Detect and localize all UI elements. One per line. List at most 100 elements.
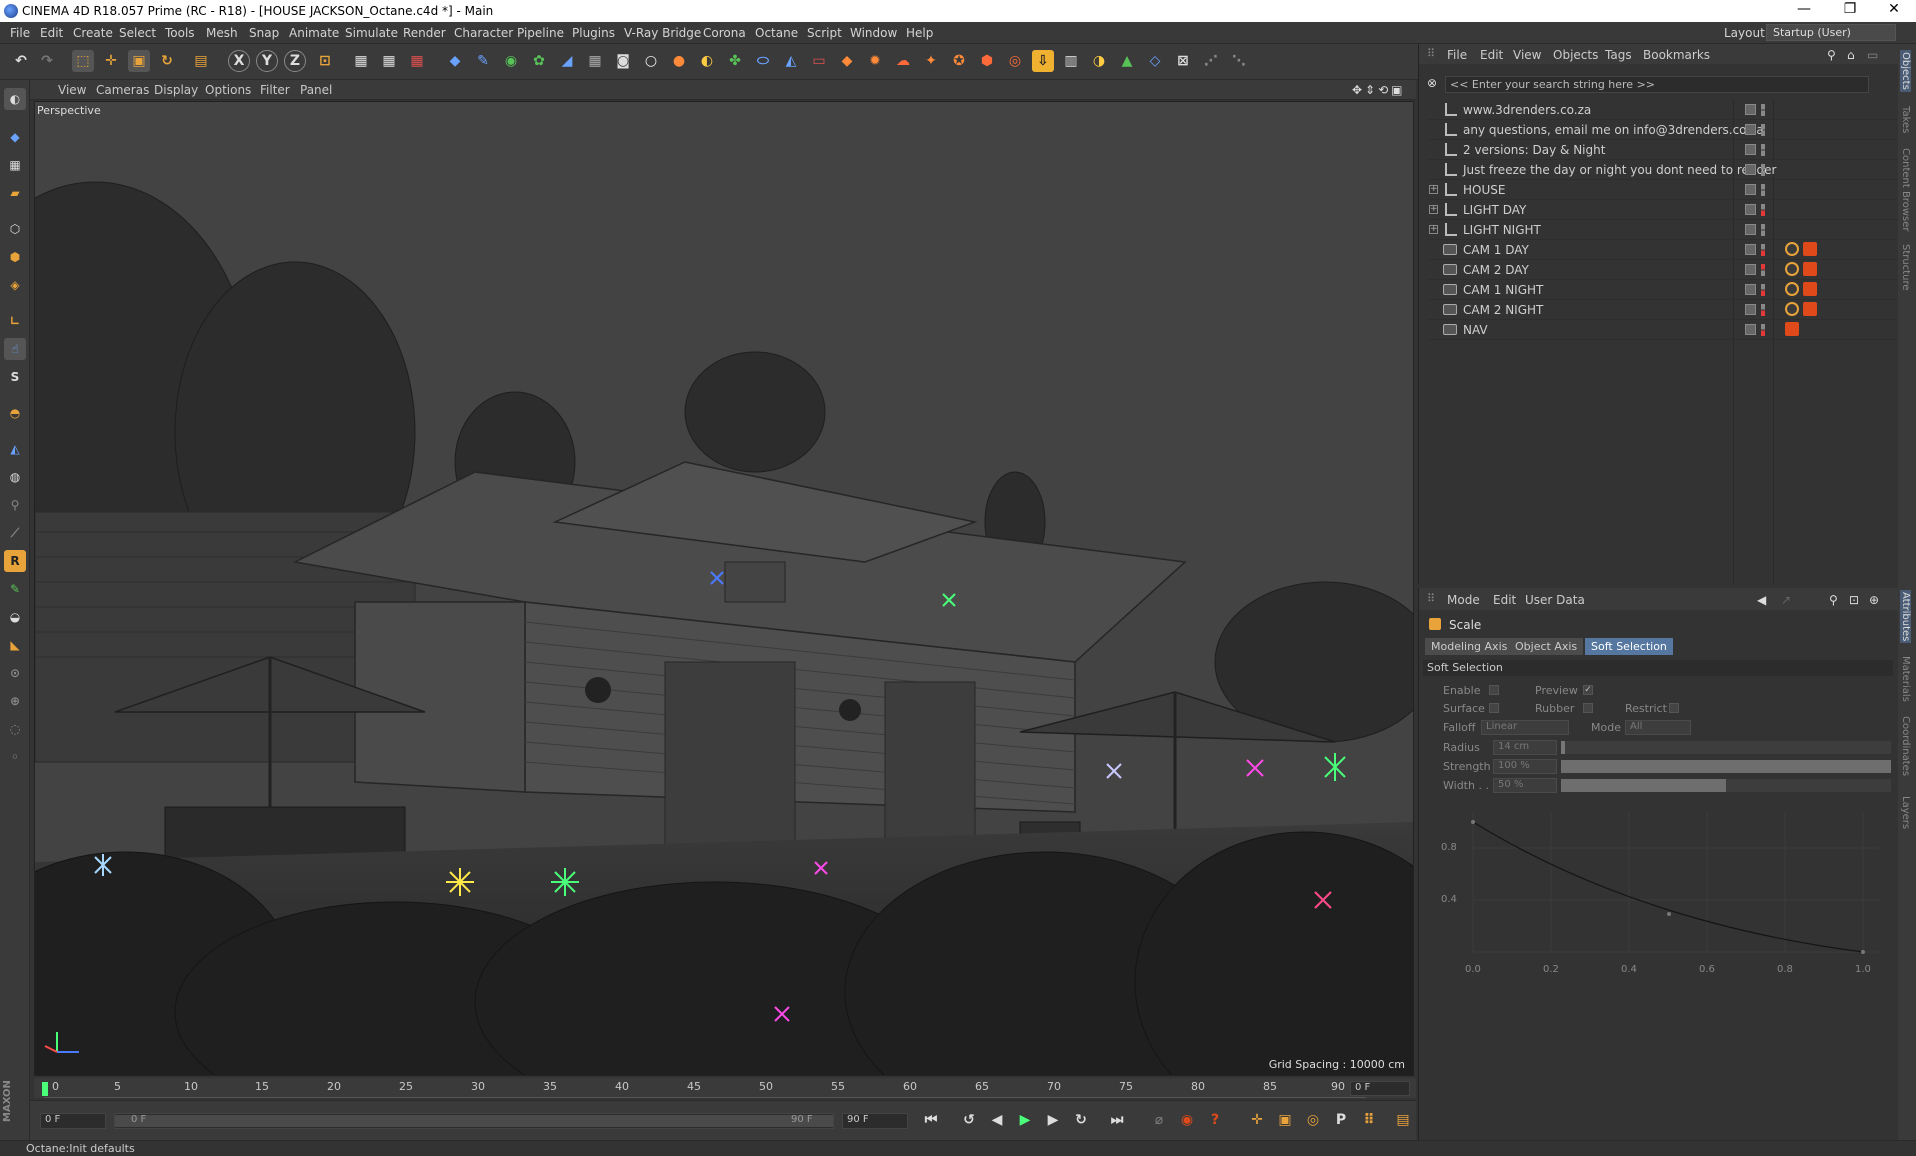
object-row[interactable]: www.3drenders.co.za [1427, 100, 1897, 120]
sketch-icon[interactable]: ◒ [4, 606, 26, 628]
radius-slider[interactable] [1561, 741, 1891, 754]
render-dots-icon[interactable] [1761, 324, 1765, 336]
object-row[interactable]: CAM 1 DAY [1427, 240, 1897, 260]
am-lock-icon[interactable]: ⊡ [1849, 593, 1859, 607]
render-settings-icon[interactable]: ▦ [406, 50, 428, 72]
key-pla-icon[interactable]: ⠿ [1358, 1109, 1380, 1131]
width-slider[interactable] [1561, 779, 1891, 792]
visibility-toggle-icon[interactable] [1745, 304, 1756, 315]
right-tab-materials[interactable]: Materials [1900, 656, 1911, 702]
strength-field[interactable]: 100 % [1493, 759, 1557, 774]
visibility-toggle-icon[interactable] [1745, 204, 1756, 215]
preview-checkbox[interactable]: ✓ [1583, 685, 1593, 695]
octane-doc-icon[interactable]: ▥ [1060, 50, 1082, 72]
octane-tree-icon[interactable]: ◇ [1144, 50, 1166, 72]
menu-create[interactable]: Create [73, 26, 113, 40]
menu-pipeline[interactable]: Pipeline [517, 26, 564, 40]
visibility-toggle-icon[interactable] [1745, 124, 1756, 135]
octane-camera-tag-icon[interactable] [1803, 282, 1817, 296]
coordinate-system-icon[interactable]: ⊡ [314, 50, 336, 72]
timeline-icon[interactable]: ▤ [1392, 1109, 1414, 1131]
tweak-mode-icon[interactable]: ☝ [4, 338, 26, 360]
object-row[interactable]: any questions, email me on info@3drender… [1427, 120, 1897, 140]
object-row[interactable]: CAM 1 NIGHT [1427, 280, 1897, 300]
octane-targetlight-icon[interactable]: ✪ [948, 50, 970, 72]
viewport-menu-cameras[interactable]: Cameras [96, 83, 149, 97]
octane-sphere-icon[interactable]: ⬭ [752, 50, 774, 72]
next-key-icon[interactable]: ↻ [1070, 1109, 1092, 1131]
viewport-menu-filter[interactable]: Filter [260, 83, 290, 97]
octane-env-icon[interactable]: ◑ [1088, 50, 1110, 72]
octane-arealight-icon[interactable]: ✦ [920, 50, 942, 72]
octane-material-icon[interactable]: ◐ [696, 50, 718, 72]
timeline-ruler[interactable]: 0 5 10 15 20 25 30 35 40 45 50 55 60 65 … [34, 1078, 1416, 1098]
restrict-checkbox[interactable] [1669, 703, 1679, 713]
up-arrow-icon[interactable]: ↗ [1781, 593, 1791, 607]
back-arrow-icon[interactable]: ◀ [1757, 593, 1766, 607]
hair-icon[interactable]: ◣ [4, 634, 26, 656]
menu-script[interactable]: Script [807, 26, 842, 40]
light-icon[interactable]: ○ [640, 50, 662, 72]
move-icon[interactable]: ✛ [100, 50, 122, 72]
om-menu-view[interactable]: View [1513, 48, 1541, 62]
width-field[interactable]: 50 % [1493, 778, 1557, 793]
render-dots-icon[interactable] [1761, 304, 1765, 316]
render-dots-icon[interactable] [1761, 104, 1765, 116]
deformer-icon[interactable]: ◢ [556, 50, 578, 72]
layout-dropdown[interactable]: Startup (User) [1766, 24, 1896, 41]
render-view-icon[interactable]: ▦ [350, 50, 372, 72]
record-icon[interactable]: ◉ [1176, 1109, 1198, 1131]
octane-scatter-icon[interactable]: ⬢ [976, 50, 998, 72]
am-menu-user-data[interactable]: User Data [1525, 593, 1585, 607]
polygons-mode-icon[interactable]: ◈ [4, 274, 26, 296]
object-search-input[interactable]: << Enter your search string here >> [1445, 76, 1869, 93]
y-axis-icon[interactable]: Y [256, 50, 278, 72]
make-editable-icon[interactable]: ◐ [4, 88, 26, 110]
object-row[interactable]: 2 versions: Day & Night [1427, 140, 1897, 160]
render-region-icon[interactable]: R [4, 550, 26, 572]
tab-modeling-axis[interactable]: Modeling Axis [1425, 638, 1514, 655]
paint-icon[interactable]: ✎ [4, 578, 26, 600]
right-tab-takes[interactable]: Takes [1900, 106, 1911, 133]
right-tab-layers[interactable]: Layers [1900, 796, 1911, 829]
floor-icon[interactable]: ▦ [584, 50, 606, 72]
render-dots-icon[interactable] [1761, 284, 1765, 296]
workplane-mode-icon[interactable]: ▰ [4, 182, 26, 204]
octane-render-icon[interactable]: ● [668, 50, 690, 72]
points-mode-icon[interactable]: ⬡ [4, 218, 26, 240]
redo-icon[interactable]: ↷ [36, 50, 58, 72]
render-picture-viewer-icon[interactable]: ▦ [378, 50, 400, 72]
start-frame-field[interactable]: 0 F [40, 1113, 106, 1129]
weight-icon[interactable]: ◦ [4, 746, 26, 768]
prev-frame-icon[interactable]: ◀ [986, 1109, 1008, 1131]
visibility-toggle-icon[interactable] [1745, 284, 1756, 295]
snapping-icon[interactable]: S [4, 366, 26, 388]
recent-tools-icon[interactable]: ▤ [190, 50, 212, 72]
octane-settings-icon[interactable]: ⊠ [1172, 50, 1194, 72]
next-frame-icon[interactable]: ▶ [1042, 1109, 1064, 1131]
octane-camera-tag-icon[interactable] [1803, 242, 1817, 256]
octane-grid-icon[interactable]: ⋰ [1200, 50, 1222, 72]
octane-camera-icon[interactable]: ◎ [1004, 50, 1026, 72]
subdivision-icon[interactable]: ◉ [500, 50, 522, 72]
undo-icon[interactable]: ↶ [10, 50, 32, 72]
scale-icon[interactable]: ▣ [128, 50, 150, 72]
surface-checkbox[interactable] [1489, 703, 1499, 713]
viewport-menu-options[interactable]: Options [205, 83, 251, 97]
render-dots-icon[interactable] [1761, 184, 1765, 196]
protection-tag-icon[interactable] [1785, 282, 1799, 296]
key-rotate-icon[interactable]: ◎ [1302, 1109, 1324, 1131]
brush-icon[interactable]: ⟋ [4, 522, 26, 544]
radius-field[interactable]: 14 cm [1493, 740, 1557, 755]
menu-corona[interactable]: Corona [703, 26, 746, 40]
om-search-icon[interactable]: ⚲ [1827, 48, 1836, 62]
render-dots-icon[interactable] [1761, 204, 1765, 216]
visibility-toggle-icon[interactable] [1745, 144, 1756, 155]
render-dots-icon[interactable] [1761, 224, 1765, 236]
octane-cloud-icon[interactable]: ☁ [892, 50, 914, 72]
menu-animate[interactable]: Animate [289, 26, 339, 40]
tab-soft-selection[interactable]: Soft Selection [1585, 638, 1673, 655]
perspective-viewport[interactable]: Perspective Grid Spacing : 10000 cm [34, 101, 1414, 1076]
visibility-toggle-icon[interactable] [1745, 224, 1756, 235]
cogwheel-icon[interactable]: ⊙ [4, 662, 26, 684]
